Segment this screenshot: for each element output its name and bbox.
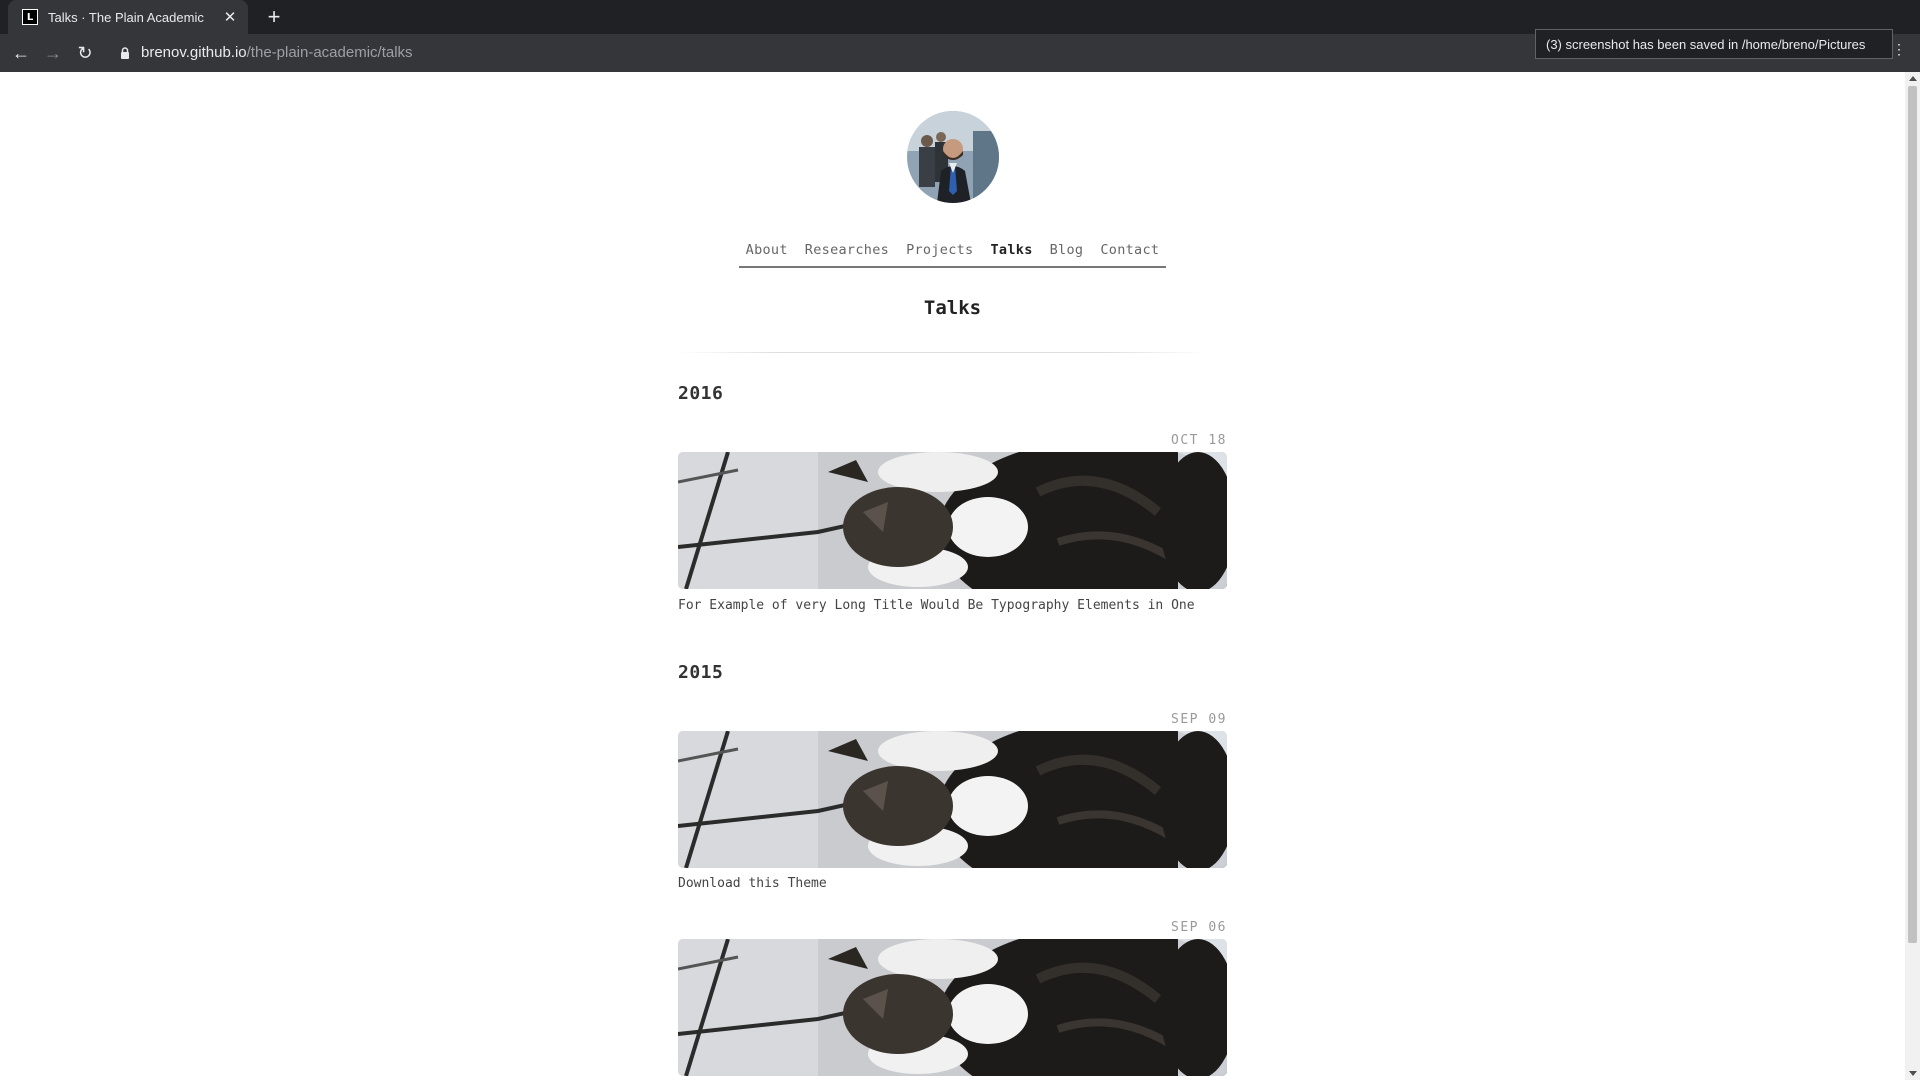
browser-tab[interactable]: L Talks · The Plain Academic ✕ [8, 0, 248, 34]
url-path: /the-plain-academic/talks [246, 44, 413, 61]
scrollbar-thumb[interactable] [1908, 86, 1917, 943]
nav-link-projects[interactable]: Projects [906, 242, 973, 260]
arrow-right-icon[interactable]: → [41, 41, 65, 65]
lock-icon [121, 47, 129, 59]
address-bar[interactable]: brenov.github.io/the-plain-academic/talk… [141, 44, 413, 61]
talk-thumbnail[interactable] [678, 939, 1227, 1076]
nav-link-about[interactable]: About [746, 242, 788, 260]
scroll-up-icon[interactable] [1909, 76, 1917, 81]
plus-icon[interactable]: + [262, 5, 286, 29]
talk-thumbnail[interactable] [678, 452, 1227, 589]
reload-icon[interactable]: ↻ [73, 41, 97, 65]
scroll-down-icon[interactable] [1909, 1071, 1917, 1076]
main-navigation: About Researches Projects Talks Blog Con… [739, 242, 1166, 268]
talk-date: SEP 06 [1171, 920, 1227, 935]
year-heading: 2015 [678, 662, 724, 683]
title-divider [678, 352, 1208, 353]
talk-title-link[interactable]: For Example of very Long Title Would Be … [678, 596, 1227, 616]
page-scrollbar[interactable] [1905, 72, 1920, 1080]
year-heading: 2016 [678, 383, 724, 404]
close-icon[interactable]: ✕ [220, 8, 240, 26]
download-notification: (3) screenshot has been saved in /home/b… [1535, 29, 1893, 59]
nav-link-researches[interactable]: Researches [805, 242, 889, 260]
talk-title-link[interactable]: Download this Theme [678, 874, 1227, 894]
avatar [907, 111, 999, 203]
page-title: Talks [923, 297, 982, 319]
talk-date: OCT 18 [1171, 433, 1227, 448]
talk-thumbnail[interactable] [678, 731, 1227, 868]
site-favicon-icon: L [22, 9, 38, 25]
nav-link-blog[interactable]: Blog [1050, 242, 1084, 260]
tab-title: Talks · The Plain Academic [48, 9, 204, 25]
nav-link-contact[interactable]: Contact [1100, 242, 1159, 260]
url-host: brenov.github.io [141, 44, 247, 61]
kebab-menu-icon[interactable]: ⋮ [1892, 42, 1906, 56]
arrow-left-icon[interactable]: ← [9, 41, 33, 65]
talk-date: SEP 09 [1171, 712, 1227, 727]
page-content: About Researches Projects Talks Blog Con… [0, 72, 1905, 1080]
nav-link-talks[interactable]: Talks [990, 242, 1032, 260]
